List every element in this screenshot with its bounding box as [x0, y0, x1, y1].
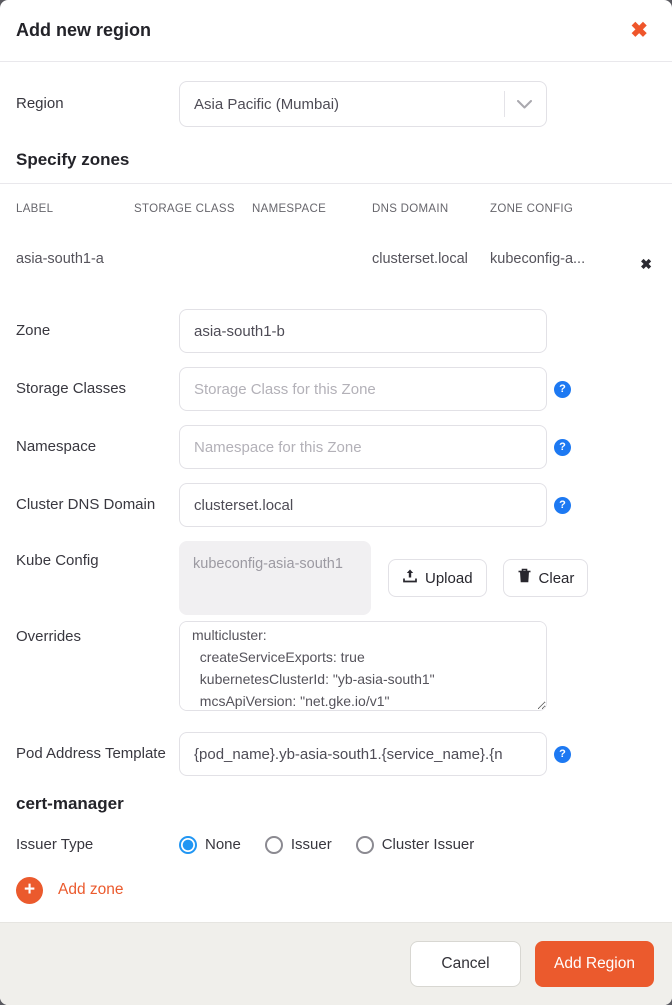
issuer-type-label: Issuer Type: [16, 836, 94, 853]
zones-table-header: LABEL STORAGE CLASS NAMESPACE DNS DOMAIN…: [16, 203, 656, 215]
trash-icon: [517, 568, 532, 588]
namespace-input[interactable]: [179, 425, 547, 469]
table-row: asia-south1-a clusterset.local kubeconfi…: [16, 245, 656, 273]
close-button[interactable]: ✖: [624, 16, 654, 45]
issuer-issuer-label: Issuer: [290, 836, 332, 854]
remove-zone-icon: ✖: [640, 256, 652, 272]
overrides-label: Overrides: [16, 628, 82, 645]
clear-button[interactable]: Clear: [502, 559, 589, 597]
add-region-button[interactable]: Add Region: [535, 941, 654, 987]
namespace-row: Namespace ?: [16, 425, 656, 469]
chevron-down-icon: [517, 99, 532, 109]
close-icon: ✖: [630, 19, 648, 42]
add-zone-button[interactable]: + Add zone: [0, 876, 124, 904]
storage-classes-row: Storage Classes ?: [16, 367, 656, 411]
storage-classes-input[interactable]: [179, 367, 547, 411]
plus-glyph: +: [23, 878, 36, 900]
cluster-dns-domain-row: Cluster DNS Domain ?: [16, 483, 656, 527]
row-cell-dns-domain: clusterset.local: [372, 251, 468, 267]
issuer-issuer-radio[interactable]: [264, 835, 283, 854]
pod-address-template-input[interactable]: [179, 732, 547, 776]
issuer-type-option-none[interactable]: None: [179, 835, 241, 854]
col-header-zone-config: ZONE CONFIG: [490, 203, 574, 215]
overrides-textarea[interactable]: multicluster: createServiceExports: true…: [179, 621, 547, 711]
zones-table: LABEL STORAGE CLASS NAMESPACE DNS DOMAIN…: [0, 184, 672, 273]
add-region-modal: Add new region ✖ Region Asia Pacific (Mu…: [0, 0, 672, 1005]
specify-zones-heading: Specify zones: [16, 150, 130, 169]
issuer-type-option-issuer[interactable]: Issuer: [264, 835, 332, 854]
kube-config-filename: kubeconfig-asia-south1: [179, 541, 371, 615]
issuer-type-radio-group: None Issuer Cluster Issuer: [179, 835, 475, 854]
upload-icon: [402, 568, 418, 588]
issuer-cluster-issuer-label: Cluster Issuer: [381, 836, 475, 854]
namespace-help-icon[interactable]: ?: [554, 438, 571, 456]
col-header-label: LABEL: [16, 203, 54, 215]
cancel-button[interactable]: Cancel: [410, 941, 521, 987]
issuer-type-row: Issuer Type None Issuer Cluster Issuer: [16, 835, 656, 855]
cert-manager-heading: cert-manager: [16, 794, 124, 813]
zone-form: Zone Storage Classes ? Namespace ?: [0, 309, 672, 855]
zone-label: Zone: [16, 322, 51, 340]
plus-circle-icon: +: [16, 876, 43, 904]
modal-title: Add new region: [16, 20, 151, 40]
modal-header: Add new region ✖: [0, 0, 672, 62]
cluster-dns-domain-help-icon[interactable]: ?: [554, 496, 571, 514]
zone-input[interactable]: [179, 309, 547, 353]
issuer-none-label: None: [205, 836, 241, 854]
upload-button[interactable]: Upload: [388, 559, 487, 597]
region-row: Region Asia Pacific (Mumbai): [0, 81, 672, 127]
col-header-namespace: NAMESPACE: [252, 203, 327, 215]
storage-classes-label: Storage Classes: [16, 380, 127, 398]
region-select[interactable]: Asia Pacific (Mumbai): [179, 81, 547, 127]
row-cell-label: asia-south1-a: [16, 251, 104, 267]
storage-classes-help-icon[interactable]: ?: [554, 380, 571, 398]
modal-footer: Cancel Add Region: [0, 922, 672, 1005]
zone-row: Zone: [16, 309, 656, 353]
pod-address-template-row: Pod Address Template ?: [16, 732, 656, 776]
modal-body: Region Asia Pacific (Mumbai) Specify zon…: [0, 62, 672, 922]
cluster-dns-domain-label: Cluster DNS Domain: [16, 496, 156, 514]
upload-button-label: Upload: [425, 569, 473, 587]
region-select-value: Asia Pacific (Mumbai): [194, 95, 340, 113]
specify-zones-heading-wrap: Specify zones: [0, 150, 672, 184]
pod-address-template-label: Pod Address Template: [16, 745, 166, 763]
remove-zone-button[interactable]: ✖: [636, 255, 656, 273]
issuer-cluster-issuer-radio[interactable]: [355, 835, 374, 854]
clear-button-label: Clear: [538, 569, 575, 587]
col-header-dns-domain: DNS DOMAIN: [372, 203, 449, 215]
kube-config-row: Kube Config kubeconfig-asia-south1 Uploa…: [16, 541, 656, 615]
issuer-type-option-cluster-issuer[interactable]: Cluster Issuer: [355, 835, 475, 854]
kube-config-label: Kube Config: [16, 552, 99, 569]
overrides-row: Overrides multicluster: createServiceExp…: [16, 621, 656, 716]
row-cell-zone-config: kubeconfig-a...: [490, 251, 586, 267]
select-divider: [504, 91, 505, 117]
col-header-storage-class: STORAGE CLASS: [134, 203, 235, 215]
namespace-label: Namespace: [16, 438, 97, 456]
issuer-none-radio[interactable]: [179, 835, 197, 854]
add-zone-label: Add zone: [58, 881, 124, 898]
region-label: Region: [16, 95, 64, 113]
cluster-dns-domain-input[interactable]: [179, 483, 547, 527]
pod-address-template-help-icon[interactable]: ?: [554, 745, 571, 763]
